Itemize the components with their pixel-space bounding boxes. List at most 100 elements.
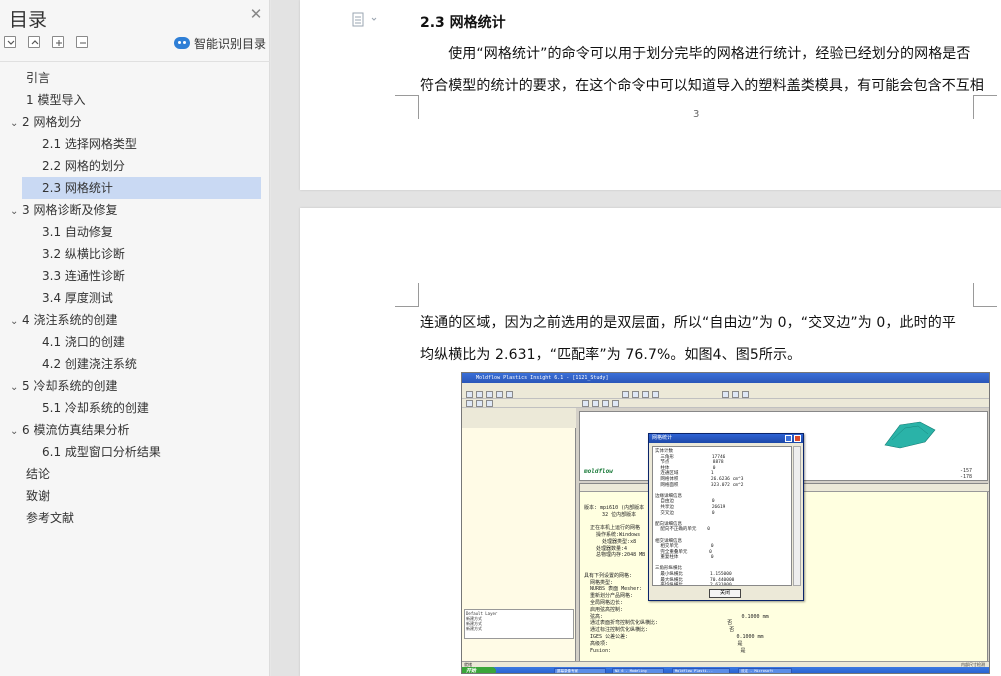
chevron-down-icon[interactable]: ⌄ <box>10 421 22 443</box>
figure-taskbar: 开始 屏幕录像专家 NX 6 - Modeling Moldflow Plast… <box>462 667 989 673</box>
toc-item-label: 6.1 成型窗口分析结果 <box>42 445 161 459</box>
close-icon <box>794 435 801 442</box>
toc-item[interactable]: 5.1 冷却系统的创建 <box>0 397 260 419</box>
toc-item[interactable]: 参考文献 <box>0 507 260 529</box>
toc-item-label: 2.2 网格的划分 <box>42 159 125 173</box>
toc-item-label: 参考文献 <box>26 511 75 525</box>
divider <box>0 61 270 62</box>
toc-item[interactable]: ⌄ 2 网格划分 <box>0 111 260 133</box>
toolbar-icon <box>742 391 749 398</box>
toc-item[interactable]: 3.3 连通性诊断 <box>0 265 260 287</box>
toc-item-label: 3.4 厚度测试 <box>42 291 113 305</box>
toc-item[interactable]: 2.1 选择网格类型 <box>0 133 260 155</box>
toolbar-icon <box>486 400 493 407</box>
crop-mark <box>973 283 997 307</box>
chevron-down-icon[interactable]: ⌄ <box>10 377 22 399</box>
toc-item[interactable]: 3.2 纵横比诊断 <box>0 243 260 265</box>
toolbar-icon <box>582 400 589 407</box>
toc-item-label: 致谢 <box>26 489 51 503</box>
toolbar-icon <box>592 400 599 407</box>
document-menu-icon[interactable] <box>352 12 382 28</box>
help-icon <box>785 435 792 442</box>
smart-toc-label: 智能识别目录 <box>194 36 267 51</box>
figure-image[interactable]: Moldflow Plastics Insight 6.1 - [1121_St… <box>461 372 990 674</box>
chevron-up-icon <box>31 40 39 45</box>
chevron-down-icon[interactable]: ⌄ <box>10 201 22 223</box>
toolbar-icon <box>602 400 609 407</box>
scale-value: -178 <box>960 474 973 480</box>
toolbar-icon <box>466 400 473 407</box>
toc-item-label: 5 冷却系统的创建 <box>22 379 118 393</box>
mesh-statistics-dialog: 网格统计 实体计数 三角形 17746 节点 8878 柱体 0 连通区域 1 … <box>648 433 804 601</box>
figure-layer-list: Default Layer 新建方式 新建方式 新建方式 <box>464 609 574 639</box>
body-text-line: 均纵横比为 2.631，“匹配率”为 76.7%。如图4、图5所示。 <box>420 347 802 363</box>
toolbar-icon <box>722 391 729 398</box>
toolbar-icon <box>732 391 739 398</box>
body-text-line: 使用“网格统计”的命令可以用于划分完毕的网格进行统计，经验已经划分的网格是否 <box>420 46 971 62</box>
crop-mark <box>973 95 997 119</box>
toc-item-label: 2.3 网格统计 <box>42 181 113 195</box>
toc-item-label: 3 网格诊断及修复 <box>22 203 118 217</box>
figure-toolbar <box>462 399 989 408</box>
toolbar-icon <box>632 391 639 398</box>
document-page: 连通的区域，因为之前选用的是双层面，所以“自由边”为 0，“交叉边”为 0，此时… <box>300 208 1001 676</box>
smart-toc-button[interactable]: 智能识别目录 <box>174 34 266 52</box>
toc-item-label: 2 网格划分 <box>22 115 82 129</box>
page-number: 3 <box>693 109 700 120</box>
crop-mark <box>395 283 419 307</box>
minus-icon <box>80 42 86 44</box>
toc-item[interactable]: 6.1 成型窗口分析结果 <box>0 441 260 463</box>
toc-item[interactable]: ⌄ 5 冷却系统的创建 <box>0 375 260 397</box>
toc-item[interactable]: 3.1 自动修复 <box>0 221 260 243</box>
toc-item-label: 3.3 连通性诊断 <box>42 269 125 283</box>
toc-item[interactable]: 结论 <box>0 463 260 485</box>
toolbar-icon <box>612 400 619 407</box>
axis-scale: -157 -178 <box>960 468 972 480</box>
toc-item-label: 3.1 自动修复 <box>42 225 113 239</box>
toc-item[interactable]: 2.3 网格统计 <box>22 177 261 199</box>
ai-icon <box>174 37 190 49</box>
collapse-all-button[interactable] <box>28 36 40 48</box>
figure-toolbar <box>462 390 989 399</box>
toc-item-label: 1 模型导入 <box>26 93 86 107</box>
toolbar-icon <box>642 391 649 398</box>
toc-item-label: 4.1 浇口的创建 <box>42 335 125 349</box>
toc-item[interactable]: ⌄ 3 网格诊断及修复 <box>0 199 260 221</box>
add-heading-button[interactable] <box>52 36 64 48</box>
toolbar-icon <box>652 391 659 398</box>
close-icon[interactable]: ✕ <box>248 6 264 22</box>
dialog-close-button: 关闭 <box>709 589 741 598</box>
remove-heading-button[interactable] <box>76 36 88 48</box>
toolbar-icon <box>496 391 503 398</box>
toc-item[interactable]: 4.1 浇口的创建 <box>0 331 260 353</box>
toc-item[interactable]: 2.2 网格的划分 <box>0 155 260 177</box>
mesh-model-icon <box>884 421 936 449</box>
toc-item[interactable]: 引言 <box>0 67 260 89</box>
taskbar-item: 设定 - Microsoft <box>738 668 792 673</box>
taskbar-item: NX 6 - Modeling <box>612 668 664 673</box>
toolbar-icon <box>466 391 473 398</box>
toc-item[interactable]: ⌄ 6 模流仿真结果分析 <box>0 419 260 441</box>
expand-all-button[interactable] <box>4 36 16 48</box>
toc-item-label: 4.2 创建浇注系统 <box>42 357 137 371</box>
page-icon <box>352 12 377 27</box>
chevron-down-icon <box>7 40 15 45</box>
chevron-down-icon[interactable]: ⌄ <box>10 311 22 333</box>
toc-item-label: 6 模流仿真结果分析 <box>22 423 130 437</box>
toc-item-label: 5.1 冷却系统的创建 <box>42 401 149 415</box>
toc-item[interactable]: 3.4 厚度测试 <box>0 287 260 309</box>
toc-item[interactable]: 4.2 创建浇注系统 <box>0 353 260 375</box>
figure-task-panel-toolbar <box>462 408 576 428</box>
toolbar-icon <box>506 391 513 398</box>
document-area[interactable]: 2.3 网格统计 使用“网格统计”的命令可以用于划分完毕的网格进行统计，经验已经… <box>271 0 1001 676</box>
taskbar-item: 屏幕录像专家 <box>554 668 606 673</box>
body-text-line: 连通的区域，因为之前选用的是双层面，所以“自由边”为 0，“交叉边”为 0，此时… <box>420 315 956 331</box>
dialog-statistics-text: 实体计数 三角形 17746 节点 8878 柱体 0 连通区域 1 网格体积 … <box>652 446 792 586</box>
chevron-down-icon[interactable]: ⌄ <box>10 113 22 135</box>
toc-item[interactable]: 1 模型导入 <box>0 89 260 111</box>
crop-mark <box>395 95 419 119</box>
toc-item[interactable]: ⌄ 4 浇注系统的创建 <box>0 309 260 331</box>
toc-item[interactable]: 致谢 <box>0 485 260 507</box>
toc-item-label: 2.1 选择网格类型 <box>42 137 137 151</box>
document-page: 2.3 网格统计 使用“网格统计”的命令可以用于划分完毕的网格进行统计，经验已经… <box>300 0 1001 190</box>
